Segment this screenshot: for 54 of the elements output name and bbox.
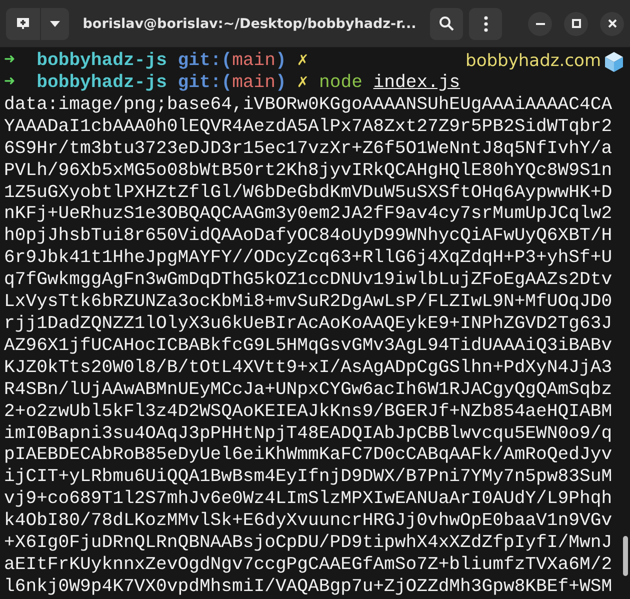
cube-icon — [604, 51, 624, 73]
output-line: nKFj+UeRhuzS1e3OBQAQCAAGm3y0em2JA2fF9av4cy7srMumUpJCqlw2 — [4, 204, 612, 226]
window-title: borislav@borislav:~/Desktop/bobbyhadz-r... — [82, 16, 418, 32]
output-line: 2+o2zwUbl5kFl3z4D2WSQAoKEIEAJkKns9/BGERJf+NZb854aeHQIABM — [4, 402, 612, 424]
maximize-icon — [572, 19, 580, 28]
branch-name: main — [232, 51, 276, 73]
command-text: node — [319, 73, 362, 95]
menu-button[interactable] — [469, 8, 502, 40]
output-line: rjj1DadZQNZZ1lOlyX3u6kUeBIrAcAoKoAAQEykE9+INPhZGVD2Tg63J — [4, 314, 612, 336]
menu-icon — [484, 16, 488, 32]
output-line: l6nkj0W9p4K7VX0vpdMhsmiI/VAQABgp7u+ZjOZZdMh3Gpw8KBEf+WSM — [4, 576, 612, 599]
branch-name: main — [232, 73, 276, 95]
scrollbar-thumb[interactable] — [623, 536, 628, 576]
output-line: aEItFrKUyknnxZevOgdNgv7ccgPgCAAEGfAmSo7Z+bliumfzTVXa6M/2 — [4, 554, 612, 577]
output-line: data:image/png;base64,iVBORw0KGgoAAAANSUhEUgAAAiAAAAC4CA — [4, 94, 612, 117]
output-line: q7fGwkmggAgFn3wGmDqDThG5kOZ1ccDNUv19iwlbLujZFoEgAAZs2Dtv — [4, 270, 612, 292]
git-label: git:( — [178, 51, 232, 73]
minimize-button[interactable] — [528, 12, 552, 36]
output-line: PVLh/96Xb5xMG5o08bWtB50rt2Kh8jyvIRkQCAHgHQlE80hYQc8W9S1n — [4, 160, 612, 183]
dirty-mark: ✗ — [297, 51, 308, 73]
command-argument: index.js — [373, 73, 460, 95]
minimize-icon — [536, 22, 544, 24]
maximize-button[interactable] — [564, 12, 588, 36]
close-icon — [608, 19, 616, 28]
new-tab-button[interactable] — [6, 8, 69, 40]
output-line: imI0Bapni3su4OAqJ3pPHHtNpjT48EADQIAbJpCBBlwvcqu5EWN0o9/q — [4, 424, 612, 446]
output-line: KJZ0kTts20W0l8/B/tOtL4XVtt9+xI/AsAgADpCgGSlhn+PdXyN4JjA3 — [4, 358, 612, 380]
close-button[interactable] — [600, 12, 624, 36]
output-line: vj9+co689T1l2S7mhJv6e0Wz4LImSlzMPXIwEANUaArI0AUdY/L9Phqh — [4, 489, 612, 512]
git-label: git:( — [178, 73, 232, 95]
output-line: 6r9Jbk41t1HheJpgMAYFY//ODcyZcq63+RllG6j4XqZdqH+P3+yhSf+U — [4, 248, 612, 270]
output-line: +X6Ig0FjuDRnQLRnQBNAABsjoCpDU/PD9tipwhX4xXZdZfpIyfI/MwnJ — [4, 533, 612, 555]
site-text: bobbyhadz.com — [466, 51, 601, 73]
new-tab-icon — [15, 16, 31, 30]
output-line: pIAEBDECAbRoB85eDyUel6eiKhWmmKaFC7D0cCABqAAFk/AmRoQedJyv — [4, 445, 612, 468]
directory-name: bobbyhadz-js — [36, 51, 167, 73]
search-button[interactable] — [430, 8, 463, 40]
prompt-arrow: ➜ — [4, 51, 15, 73]
output-line: 1Z5uGXyobtlPXHZtZflGl/W6bDeGbdKmVDuW5uSXSftOHq6AypwwHK+D — [4, 182, 612, 204]
git-label-close: ) — [276, 73, 286, 95]
output-line: YAAADaI1cbAAA0h0lEQVR4AezdA5AlPx7A8Zxt27Z9r5PB2SidWTqbr2 — [4, 116, 612, 139]
output-line: k4ObI80/78dLKozMMvlSk+E6dyXvuuncrHRGJj0vhwOpE0baaV1n9VGv — [4, 511, 612, 534]
search-icon — [439, 16, 454, 31]
output-line: h0pjJhsbTui8r650VidQAAoDafyOC84oUyD99WNhycQiAFwUyQ6XBT/H — [4, 226, 612, 248]
output-line: R4SBn/lUjAAwABMnUEyMCcJa+UNpxCYGw6acIh6W1RJACgyQgQAmSqbz — [4, 380, 612, 402]
prompt-arrow: ➜ — [4, 73, 15, 95]
git-label-close: ) — [276, 51, 286, 73]
directory-name: bobbyhadz-js — [36, 73, 167, 95]
dirty-mark: ✗ — [297, 73, 308, 95]
output-line: LxVysTtk6bRZUNZa3ocKbMi8+mvSuR2DgAwLsP/FLZIwL9N+MfUOqJD0 — [4, 292, 612, 314]
output-line: 6S9Hr/tm3btu3723eDJD3r15ec17vzXr+Z6f5O1WeNntJ8q5NfIvhY/a — [4, 138, 612, 161]
caret-icon — [50, 20, 60, 26]
output-line: AZ96X1jfUCAHocICBABkfcG9L5HMqGsvGMv3AgL94TidUAAAiQ3iBABv — [4, 336, 612, 358]
output-line: ijCIT+yLRbmu6UiQQA1BwBsm4EyIfnjD9DWX/B7Pni7YMy7n5pw83SuM — [4, 467, 612, 490]
